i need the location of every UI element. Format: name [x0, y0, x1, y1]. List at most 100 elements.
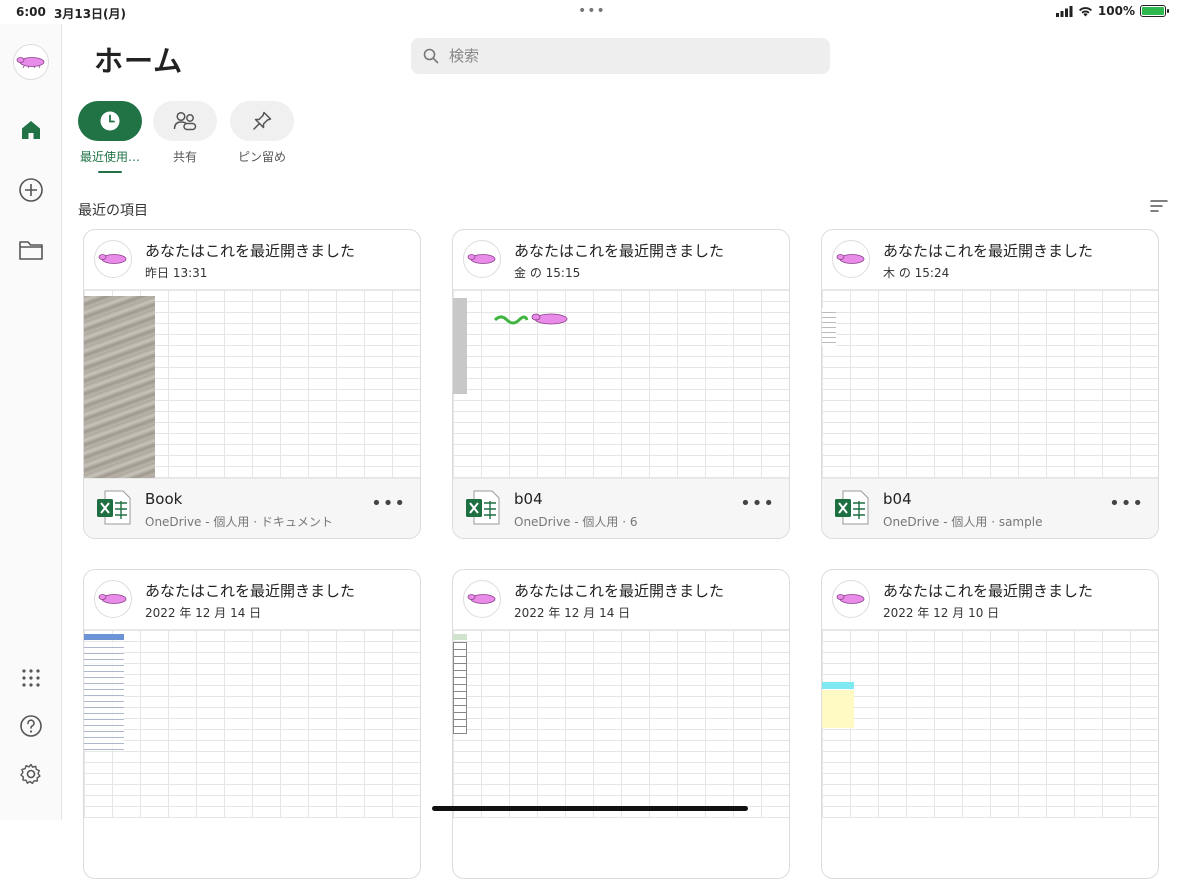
- avatar-creature-icon: [835, 252, 867, 266]
- sidebar-item-settings[interactable]: [15, 758, 47, 790]
- more-options-button[interactable]: •••: [740, 497, 775, 511]
- excel-file-icon: [464, 489, 502, 527]
- sort-icon[interactable]: [1150, 198, 1168, 214]
- more-options-button[interactable]: •••: [371, 497, 406, 511]
- file-thumbnail[interactable]: [822, 630, 1158, 818]
- file-name: b04: [883, 490, 912, 508]
- card-time: 昨日 13:31: [145, 264, 207, 281]
- thumbnail-data-column: [822, 308, 836, 346]
- thumbnail-creatures: [493, 310, 573, 328]
- battery-icon: [1140, 5, 1166, 17]
- filter-pill-recent[interactable]: [78, 101, 142, 141]
- status-bar: 6:00 3月13日(月) ••• 100%: [0, 0, 1180, 24]
- file-card[interactable]: あなたはこれを最近開きました 昨日 13:31 Book OneDrive - …: [83, 229, 421, 539]
- card-header: あなたはこれを最近開きました 昨日 13:31: [84, 230, 420, 290]
- sidebar-item-apps[interactable]: [15, 662, 47, 694]
- thumbnail-bordered-column: [453, 642, 467, 734]
- people-icon: [173, 110, 197, 132]
- gear-icon: [19, 762, 43, 786]
- avatar-creature-icon: [16, 55, 46, 69]
- file-thumbnail[interactable]: [822, 290, 1158, 478]
- file-card[interactable]: あなたはこれを最近開きました 金 の 15:15 b04 OneDrive - …: [452, 229, 790, 539]
- card-activity: あなたはこれを最近開きました: [883, 580, 1093, 601]
- card-activity: あなたはこれを最近開きました: [514, 240, 724, 261]
- tab-shared[interactable]: 共有: [145, 101, 225, 165]
- sidebar-item-home[interactable]: [15, 114, 47, 146]
- file-card[interactable]: あなたはこれを最近開きました 2022 年 12 月 14 日: [83, 569, 421, 879]
- tab-shared-label: 共有: [145, 148, 225, 165]
- file-thumbnail[interactable]: [453, 290, 789, 478]
- account-avatar[interactable]: [13, 44, 49, 80]
- thumbnail-gray-column: [453, 298, 467, 394]
- file-thumbnail[interactable]: [453, 630, 789, 818]
- battery-percent: 100%: [1098, 4, 1135, 18]
- tab-pinned-label: ピン留め: [222, 148, 302, 165]
- search-input[interactable]: [449, 47, 799, 65]
- filter-pill-pinned[interactable]: [230, 101, 294, 141]
- file-location: OneDrive - 個人用 · sample: [883, 513, 1042, 530]
- card-time: 2022 年 12 月 14 日: [514, 604, 630, 621]
- excel-file-icon: [95, 489, 133, 527]
- plus-circle-icon: [18, 177, 44, 203]
- file-thumbnail[interactable]: [84, 290, 420, 478]
- file-card[interactable]: あなたはこれを最近開きました 2022 年 12 月 10 日: [821, 569, 1159, 879]
- card-header: あなたはこれを最近開きました 2022 年 12 月 14 日: [453, 570, 789, 630]
- card-header: あなたはこれを最近開きました 木 の 15:24: [822, 230, 1158, 290]
- search-icon: [423, 48, 439, 64]
- avatar-creature-icon: [466, 252, 498, 266]
- more-options-button[interactable]: •••: [1109, 497, 1144, 511]
- card-activity: あなたはこれを最近開きました: [514, 580, 724, 601]
- sidebar-item-help[interactable]: [15, 710, 47, 742]
- card-avatar: [463, 240, 501, 278]
- grid-icon: [21, 668, 41, 688]
- thumbnail-cyan-cell: [822, 682, 854, 689]
- file-card[interactable]: あなたはこれを最近開きました 木 の 15:24 b04 OneDrive - …: [821, 229, 1159, 539]
- active-tab-indicator: [98, 171, 122, 173]
- sidebar-item-open[interactable]: [15, 234, 47, 266]
- file-name: Book: [145, 490, 182, 508]
- card-footer: b04 OneDrive - 個人用 · 6 •••: [453, 478, 789, 538]
- card-activity: あなたはこれを最近開きました: [145, 240, 355, 261]
- card-footer: b04 OneDrive - 個人用 · sample •••: [822, 478, 1158, 538]
- card-header: あなたはこれを最近開きました 金 の 15:15: [453, 230, 789, 290]
- home-icon: [20, 119, 42, 141]
- tab-pinned[interactable]: ピン留め: [222, 101, 302, 165]
- home-indicator[interactable]: [432, 806, 748, 811]
- excel-file-icon: [833, 489, 871, 527]
- page-title: ホーム: [94, 38, 183, 80]
- card-time: 金 の 15:15: [514, 264, 580, 281]
- card-avatar: [832, 240, 870, 278]
- cellular-signal-icon: [1056, 6, 1073, 17]
- avatar-creature-icon: [97, 592, 129, 606]
- avatar-creature-icon: [466, 592, 498, 606]
- card-time: 2022 年 12 月 14 日: [145, 604, 261, 621]
- section-title: 最近の項目: [78, 200, 148, 220]
- card-time: 2022 年 12 月 10 日: [883, 604, 999, 621]
- main-content: ホーム 最近使用… 共有 ピン留め 最近の項目 あなたはこれを最近開きました 昨: [63, 24, 1180, 820]
- file-location: OneDrive - 個人用 · 6: [514, 513, 637, 530]
- tab-recent[interactable]: 最近使用…: [70, 101, 150, 165]
- card-header: あなたはこれを最近開きました 2022 年 12 月 14 日: [84, 570, 420, 630]
- multitasking-dots-icon[interactable]: •••: [578, 5, 606, 17]
- thumbnail-header-cell: [84, 634, 124, 640]
- card-avatar: [463, 580, 501, 618]
- filter-pill-shared[interactable]: [153, 101, 217, 141]
- help-icon: [19, 714, 43, 738]
- thumbnail-photo: [84, 296, 155, 478]
- avatar-creature-icon: [97, 252, 129, 266]
- thumbnail-header-cell: [453, 634, 467, 640]
- file-card[interactable]: あなたはこれを最近開きました 2022 年 12 月 14 日: [452, 569, 790, 879]
- card-avatar: [94, 240, 132, 278]
- folder-icon: [18, 239, 44, 261]
- status-indicators: 100%: [1056, 4, 1166, 18]
- file-thumbnail[interactable]: [84, 630, 420, 818]
- sidebar-item-new[interactable]: [15, 174, 47, 206]
- search-bar[interactable]: [411, 38, 830, 74]
- avatar-creature-icon: [835, 592, 867, 606]
- card-activity: あなたはこれを最近開きました: [883, 240, 1093, 261]
- file-name: b04: [514, 490, 543, 508]
- pin-icon: [251, 110, 273, 132]
- status-time: 6:00: [16, 5, 46, 19]
- card-avatar: [832, 580, 870, 618]
- card-avatar: [94, 580, 132, 618]
